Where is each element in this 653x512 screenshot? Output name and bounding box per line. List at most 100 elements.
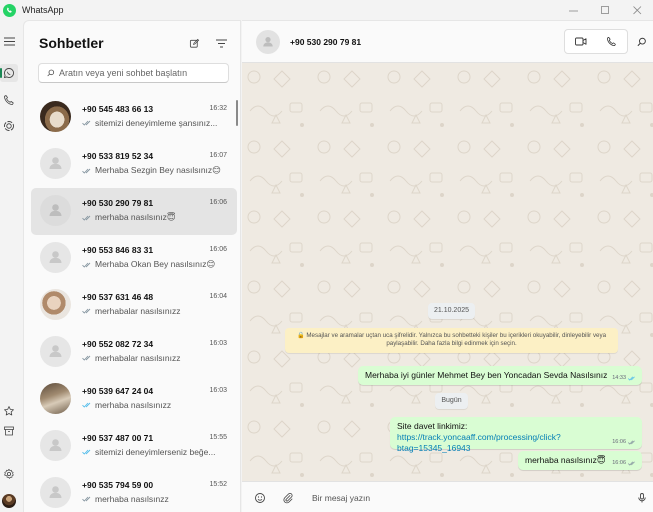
chat-list-panel: Sohbetler +90 545 483 66 13 16:32 sitemi…	[23, 20, 241, 512]
chat-item[interactable]: +90 535 794 59 00 15:52 merhaba nasılsın…	[31, 470, 237, 512]
chat-time: 16:03	[209, 387, 227, 394]
chat-name: +90 552 082 72 34	[82, 339, 154, 349]
chat-preview: sitemizi deneyimleme şansınız...	[82, 118, 222, 128]
minimize-button[interactable]	[557, 0, 589, 20]
double-check-icon	[82, 355, 91, 361]
close-icon	[632, 5, 641, 14]
chat-name: +90 545 483 66 13	[82, 104, 154, 114]
chat-bubble-icon	[3, 68, 14, 79]
double-check-icon	[82, 308, 91, 314]
outgoing-message[interactable]: Site davet linkimiz: https://track.yonca…	[390, 417, 642, 453]
voice-message-button[interactable]	[634, 490, 650, 506]
message-text: Merhaba iyi günler Mehmet Bey ben Yoncad…	[365, 370, 608, 380]
nav-starred[interactable]	[0, 402, 18, 420]
conversation-header[interactable]: +90 530 290 79 81	[242, 21, 653, 63]
chat-name: +90 537 487 00 71	[82, 433, 154, 443]
chat-list-scrollbar[interactable]	[236, 100, 238, 126]
nav-calls[interactable]	[0, 91, 18, 109]
call-button-group	[564, 29, 628, 54]
video-camera-icon	[574, 37, 586, 46]
person-icon	[49, 345, 62, 357]
video-call-button[interactable]	[565, 30, 596, 53]
conversation-panel: +90 530 290 79 81 21.10.2025 🔒 Mesajlar …	[242, 20, 653, 512]
app-title: WhatsApp	[22, 5, 64, 15]
chat-item-selected[interactable]: +90 530 290 79 81 16:06 merhaba nasılsın…	[31, 188, 237, 235]
double-check-icon	[82, 215, 91, 221]
gear-icon	[4, 468, 14, 479]
archive-icon	[4, 426, 14, 436]
chat-name: +90 533 819 52 34	[82, 151, 154, 161]
nav-settings[interactable]	[0, 465, 18, 483]
chat-item[interactable]: +90 533 819 52 34 16:07 Merhaba Sezgin B…	[31, 141, 237, 188]
default-avatar	[40, 477, 71, 508]
chat-item[interactable]: +90 545 483 66 13 16:32 sitemizi deneyim…	[31, 94, 237, 141]
chat-name: +90 537 631 46 48	[82, 292, 154, 302]
default-avatar	[40, 148, 71, 179]
outgoing-message[interactable]: Merhaba iyi günler Mehmet Bey ben Yoncad…	[358, 366, 642, 385]
message-input[interactable]	[312, 491, 612, 505]
message-meta: 14:33	[612, 375, 636, 382]
chat-time: 16:03	[209, 340, 227, 347]
close-window-button[interactable]	[621, 0, 653, 20]
double-check-icon	[82, 168, 91, 174]
person-icon	[49, 251, 62, 263]
filter-button[interactable]	[213, 35, 229, 51]
chat-time: 16:04	[209, 293, 227, 300]
nav-rail	[0, 20, 18, 512]
paperclip-icon	[283, 493, 293, 504]
maximize-icon	[600, 5, 609, 14]
person-icon	[49, 157, 62, 169]
message-text: Site davet linkimiz:	[397, 421, 468, 431]
new-chat-button[interactable]	[186, 35, 202, 51]
encryption-notice[interactable]: 🔒 Mesajlar ve aramalar uçtan uca şifreli…	[285, 328, 618, 353]
conversation-contact-name[interactable]: +90 530 290 79 81	[290, 37, 361, 47]
chat-time: 16:06	[209, 246, 227, 253]
message-composer	[242, 481, 653, 512]
chat-item[interactable]: +90 537 631 46 48 16:04 merhabalar nasıl…	[31, 282, 237, 329]
microphone-icon	[638, 493, 646, 503]
contact-avatar[interactable]	[256, 30, 280, 54]
contact-avatar	[40, 383, 71, 414]
voice-call-button[interactable]	[596, 30, 627, 53]
double-check-icon	[82, 496, 91, 502]
default-avatar	[40, 430, 71, 461]
chat-preview: Merhaba Sezgin Bey nasılsınız😊	[82, 165, 222, 176]
attach-button[interactable]	[280, 490, 296, 506]
minimize-icon	[568, 10, 578, 11]
chat-name: +90 530 290 79 81	[82, 198, 154, 208]
chat-time: 15:52	[209, 481, 227, 488]
title-bar: WhatsApp	[0, 0, 653, 20]
default-avatar	[40, 336, 71, 367]
chat-preview: merhabalar nasılsınızz	[82, 306, 222, 316]
chat-preview: merhaba nasılsınzz	[82, 494, 222, 504]
search-in-chat-button[interactable]	[634, 34, 650, 50]
nav-archived[interactable]	[0, 422, 18, 440]
chat-wallpaper: 21.10.2025 🔒 Mesajlar ve aramalar uçtan …	[242, 63, 653, 481]
double-check-icon	[628, 461, 635, 466]
chat-item[interactable]: +90 553 846 83 31 16:06 Merhaba Okan Bey…	[31, 235, 237, 282]
emoji-button[interactable]	[252, 490, 268, 506]
default-avatar	[40, 195, 71, 226]
phone-icon	[4, 95, 14, 105]
chat-time: 16:06	[209, 199, 227, 206]
whatsapp-logo-icon	[3, 3, 16, 17]
profile-avatar-button[interactable]	[0, 492, 18, 510]
double-check-icon	[82, 262, 91, 268]
chat-item[interactable]: +90 552 082 72 34 16:03 merhabalar nasıl…	[31, 329, 237, 376]
search-input[interactable]	[59, 68, 219, 78]
search-icon	[637, 37, 646, 47]
chat-list: +90 545 483 66 13 16:32 sitemizi deneyim…	[31, 94, 237, 512]
maximize-button[interactable]	[589, 0, 621, 20]
menu-button[interactable]	[0, 32, 18, 50]
nav-status[interactable]	[0, 117, 18, 135]
chat-name: +90 553 846 83 31	[82, 245, 154, 255]
new-chat-icon	[189, 38, 199, 48]
profile-avatar	[2, 494, 16, 508]
search-box[interactable]	[38, 63, 229, 83]
double-check-read-icon	[82, 402, 91, 408]
outgoing-message[interactable]: merhaba nasılsınız😇 16:06	[518, 451, 642, 470]
chat-item[interactable]: +90 537 487 00 71 15:55 sitemizi deneyim…	[31, 423, 237, 470]
nav-chats[interactable]	[0, 64, 18, 82]
filter-icon	[215, 39, 227, 47]
chat-item[interactable]: +90 539 647 24 04 16:03 merhaba nasılsın…	[31, 376, 237, 423]
